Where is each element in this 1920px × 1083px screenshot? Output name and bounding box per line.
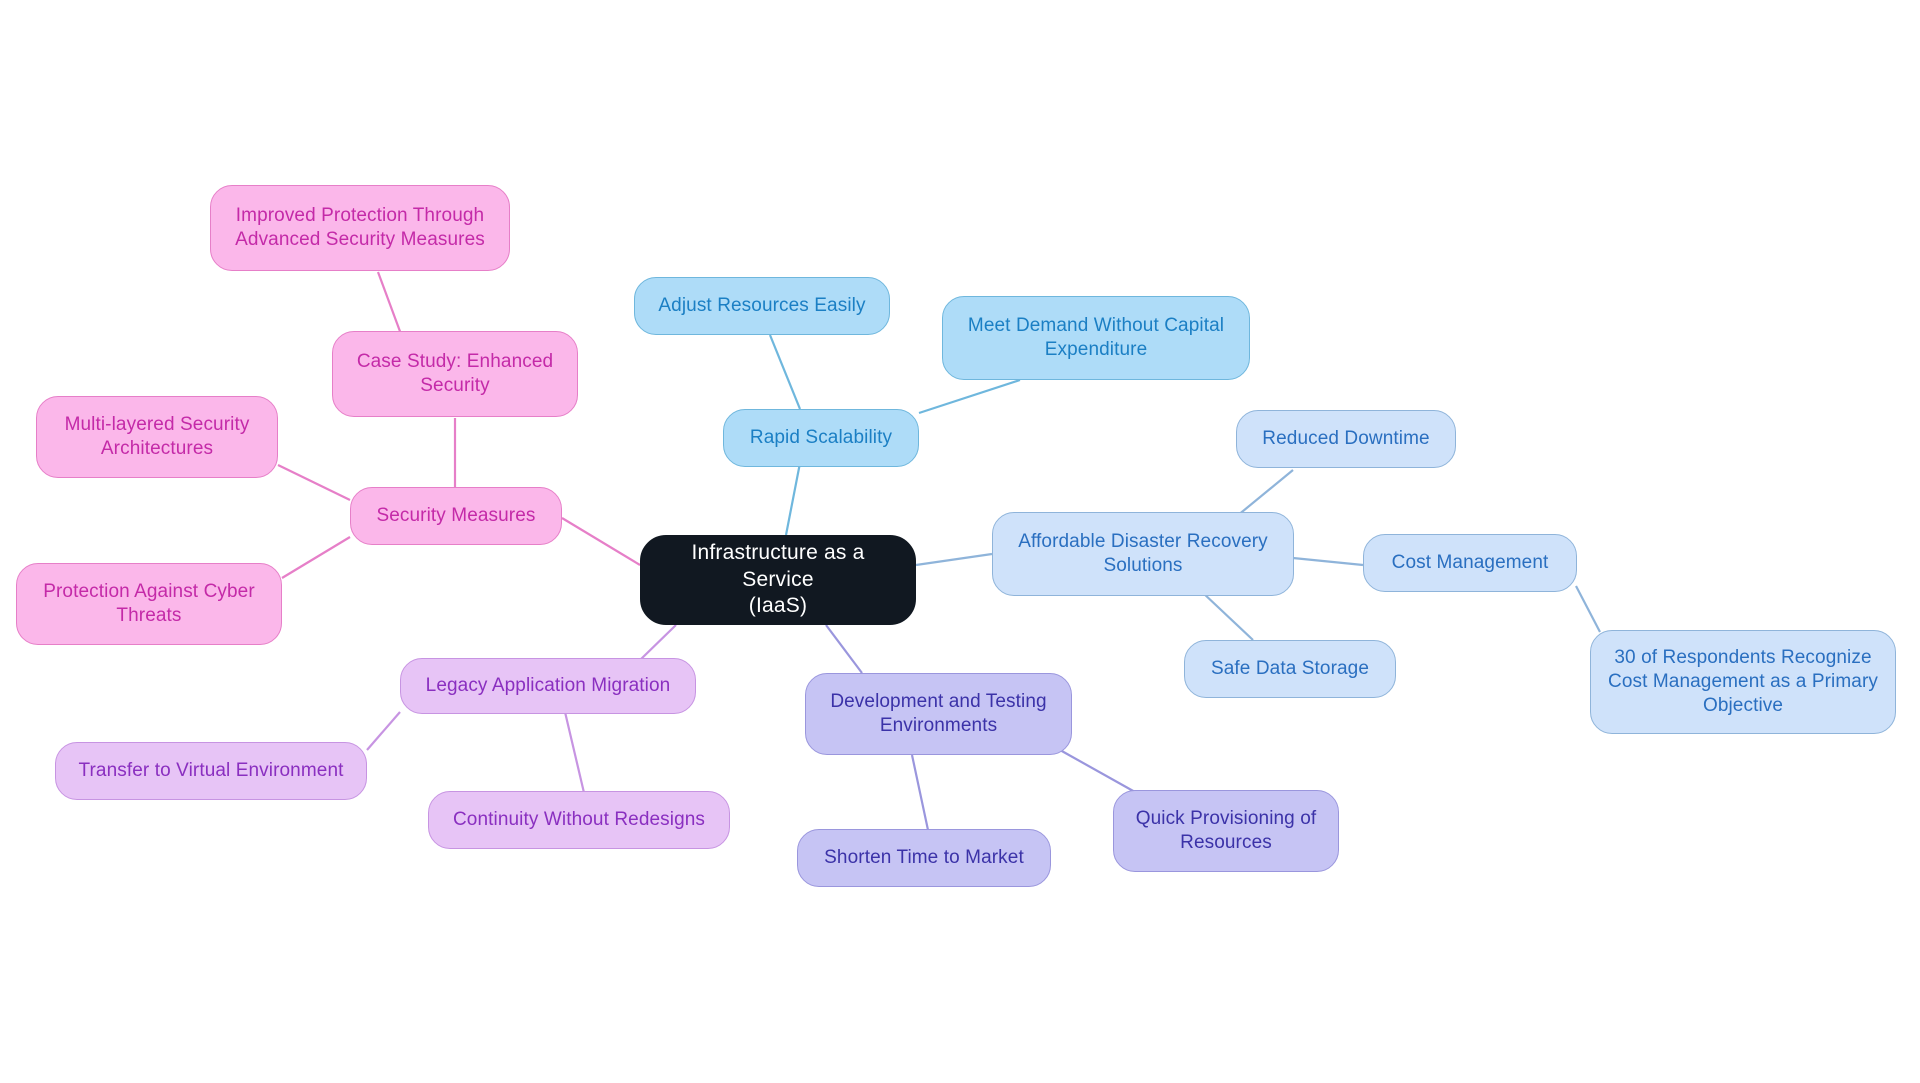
node-root[interactable]: Infrastructure as a Service (IaaS): [640, 535, 916, 625]
node-rapid-scalability[interactable]: Rapid Scalability: [723, 409, 919, 467]
edge-root-disaster-recovery: [915, 552, 993, 567]
node-disaster-recovery[interactable]: Affordable Disaster Recovery Solutions: [992, 512, 1294, 596]
edge-cost-management-respondents-stat: [1575, 585, 1601, 633]
node-reduced-downtime[interactable]: Reduced Downtime: [1236, 410, 1456, 468]
node-legacy-migration[interactable]: Legacy Application Migration: [400, 658, 696, 714]
node-cyber-threats[interactable]: Protection Against Cyber Threats: [16, 563, 282, 645]
node-adjust-resources[interactable]: Adjust Resources Easily: [634, 277, 890, 335]
node-cost-management[interactable]: Cost Management: [1363, 534, 1577, 592]
edge-root-security-measures: [561, 517, 641, 566]
mindmap-canvas: Infrastructure as a Service (IaaS) Rapid…: [0, 0, 1920, 1083]
node-transfer-virtual[interactable]: Transfer to Virtual Environment: [55, 742, 367, 800]
edge-root-dev-test: [825, 624, 863, 674]
node-respondents-stat[interactable]: 30 of Respondents Recognize Cost Managem…: [1590, 630, 1896, 734]
edge-disaster-recovery-reduced-downtime: [1236, 469, 1294, 517]
edge-disaster-recovery-cost-management: [1292, 556, 1364, 567]
node-shorten-time[interactable]: Shorten Time to Market: [797, 829, 1051, 887]
node-case-study[interactable]: Case Study: Enhanced Security: [332, 331, 578, 417]
node-meet-demand[interactable]: Meet Demand Without Capital Expenditure: [942, 296, 1250, 380]
edge-legacy-migration-continuity: [563, 711, 587, 798]
edge-dev-test-quick-provisioning: [1059, 749, 1136, 793]
edge-dev-test-shorten-time: [910, 754, 930, 831]
edge-security-measures-cyber-threats: [281, 536, 351, 579]
node-continuity[interactable]: Continuity Without Redesigns: [428, 791, 730, 849]
node-quick-provisioning[interactable]: Quick Provisioning of Resources: [1113, 790, 1339, 872]
edge-disaster-recovery-safe-data-storage: [1201, 591, 1254, 641]
node-safe-data-storage[interactable]: Safe Data Storage: [1184, 640, 1396, 698]
node-multi-layered[interactable]: Multi-layered Security Architectures: [36, 396, 278, 478]
node-improved-protection[interactable]: Improved Protection Through Advanced Sec…: [210, 185, 510, 271]
node-dev-test[interactable]: Development and Testing Environments: [805, 673, 1072, 755]
node-security-measures[interactable]: Security Measures: [350, 487, 562, 545]
edge-rapid-scalability-meet-demand: [918, 378, 1021, 415]
edge-legacy-migration-transfer-virtual: [366, 711, 401, 751]
edge-rapid-scalability-adjust-resources: [768, 334, 802, 410]
edge-layer: [277, 271, 1601, 831]
edge-security-measures-multi-layered: [277, 464, 351, 501]
